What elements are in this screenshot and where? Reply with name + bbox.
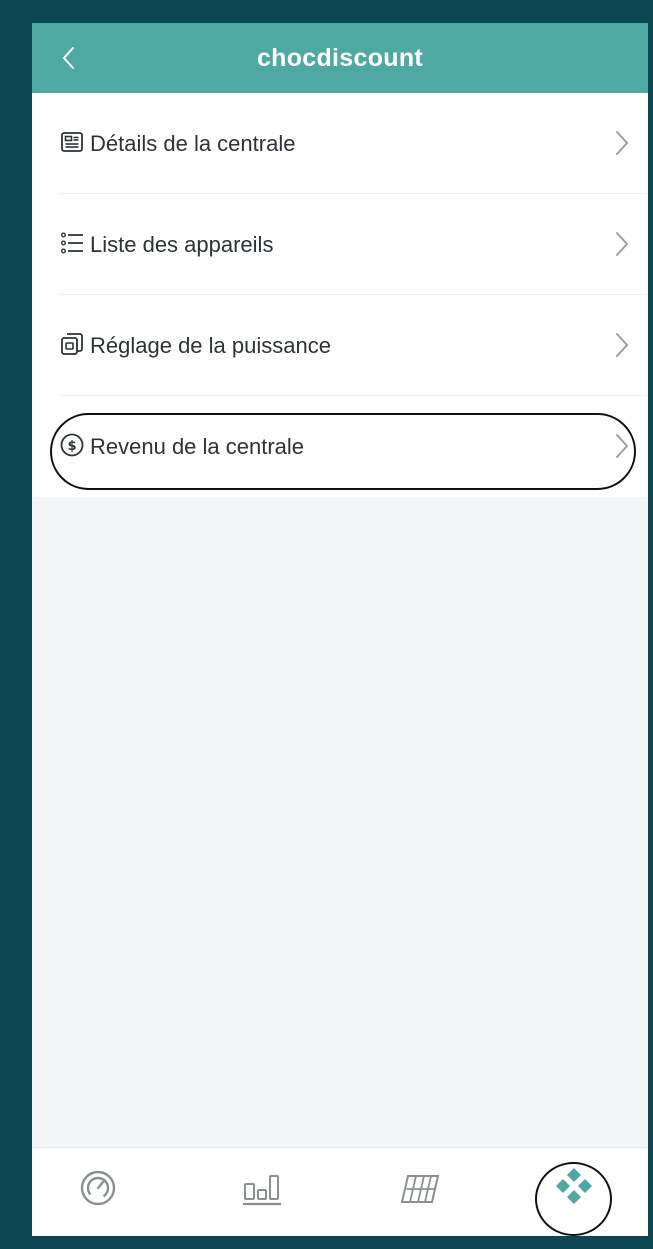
menu-item-plant-details[interactable]: Détails de la centrale <box>32 93 648 194</box>
menu-item-label: Revenu de la centrale <box>90 434 305 459</box>
gauge-icon <box>80 1170 116 1206</box>
dollar-circle-icon: $ <box>60 433 84 457</box>
chevron-right-icon <box>616 333 628 357</box>
menu-item-plant-revenue[interactable]: $ Revenu de la centrale <box>32 396 648 497</box>
menu-item-label: Détails de la centrale <box>90 131 296 156</box>
menu-list: Détails de la centrale Liste des apparei… <box>32 93 648 497</box>
document-card-icon <box>61 132 83 152</box>
page-title: chocdiscount <box>256 44 424 72</box>
menu-item-label: Liste des appareils <box>90 232 274 257</box>
bar-chart-icon <box>243 1175 281 1206</box>
list-icon <box>61 232 83 254</box>
header-bar: chocdiscount <box>32 23 648 93</box>
menu-item-device-list[interactable]: Liste des appareils <box>32 194 648 295</box>
tab-services[interactable] <box>534 1156 614 1216</box>
power-setting-icon <box>61 333 83 355</box>
app-screen: chocdiscount Détails de la centrale List… <box>32 23 648 1236</box>
diamond-grid-icon <box>556 1168 592 1204</box>
menu-item-power-setting[interactable]: Réglage de la puissance <box>32 295 648 396</box>
tab-plants[interactable] <box>378 1156 458 1216</box>
chevron-right-icon <box>616 434 628 458</box>
tab-overview[interactable] <box>58 1156 138 1216</box>
solar-panel-icon <box>400 1175 440 1203</box>
menu-item-label: Réglage de la puissance <box>90 333 331 358</box>
chevron-right-icon <box>616 131 628 155</box>
tab-statistics[interactable] <box>220 1156 300 1216</box>
chevron-right-icon <box>616 232 628 256</box>
bottom-tab-bar <box>32 1147 648 1236</box>
svg-text:$: $ <box>67 439 76 454</box>
